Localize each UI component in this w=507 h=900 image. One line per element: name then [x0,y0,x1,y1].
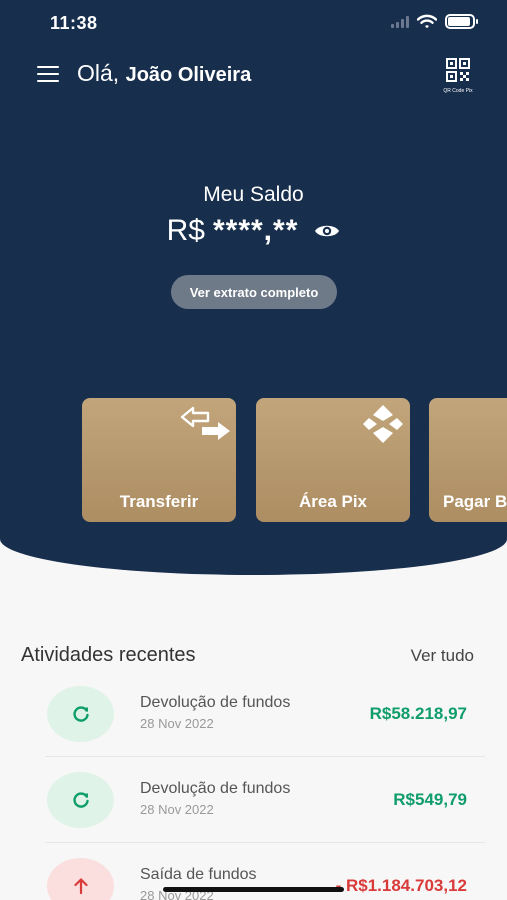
refresh-icon [47,772,114,828]
refresh-icon [47,686,114,742]
balance-title: Meu Saldo [203,183,304,206]
pix-area-action-card[interactable]: Área Pix [256,398,410,522]
qr-code-label: QR Code Pix [443,88,473,94]
status-bar: 11:38 [0,0,507,50]
arrow-up-icon [47,858,114,900]
eye-icon[interactable] [314,222,340,240]
qr-code-icon [446,58,470,82]
activity-amount: R$549,79 [393,790,467,809]
user-name: João Oliveira [125,64,252,86]
activity-title: Devolução de fundos [140,780,291,797]
signal-icon [391,15,409,28]
divider [45,756,485,757]
qr-code-pix-button[interactable]: QR Code Pix [436,58,480,94]
activity-date: 28 Nov 2022 [140,802,214,817]
battery-icon [445,14,478,29]
activity-amount: R$58.218,97 [369,704,467,723]
greeting: Olá, João Oliveira [77,60,251,87]
activity-item[interactable]: Saída de fundos 28 Nov 2022 - R$1.184.70… [0,857,507,900]
activity-title: Devolução de fundos [140,694,291,711]
balance-row: R$ ****,** [0,214,507,248]
pay-bill-action-card[interactable]: Pagar B [429,398,507,522]
transfer-label: Transferir [119,492,199,511]
pix-area-label: Área Pix [298,492,368,511]
activity-date: 28 Nov 2022 [140,716,214,731]
see-all-link[interactable]: Ver tudo [411,646,474,666]
activity-title: Saída de fundos [140,866,257,883]
wifi-icon [417,14,437,29]
transfer-action-card[interactable]: Transferir [82,398,236,522]
activity-item[interactable]: Devolução de fundos 28 Nov 2022 R$549,79 [0,771,507,841]
header-panel: 11:38 Olá, João Oliveira QR Code Pix Meu… [0,0,507,575]
divider [45,842,485,843]
app-header: Olá, João Oliveira QR Code Pix [0,55,507,95]
pix-icon [363,405,403,443]
activity-item[interactable]: Devolução de fundos 28 Nov 2022 R$58.218… [0,685,507,755]
recent-activities-title: Atividades recentes [21,644,196,666]
status-icons [391,14,478,29]
pay-bill-label: Pagar B [443,492,507,511]
home-indicator [163,887,344,892]
hamburger-menu-icon[interactable] [37,66,59,82]
view-statement-button[interactable]: Ver extrato completo [171,275,337,309]
greeting-text: Olá, [77,60,120,86]
activity-amount: - R$1.184.703,12 [335,876,467,895]
status-time: 11:38 [50,13,98,33]
balance-value: ****,** [212,214,299,247]
balance-currency: R$ [166,214,205,247]
transfer-arrows-icon [180,406,230,440]
